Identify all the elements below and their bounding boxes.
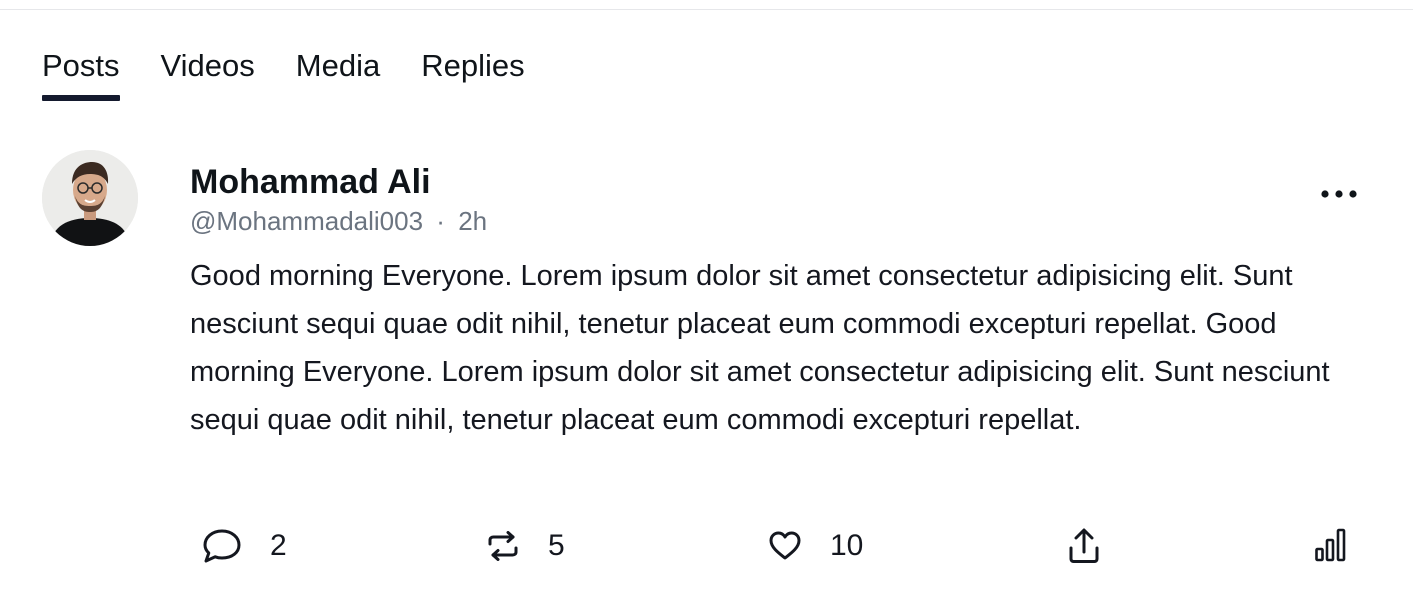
tab-posts[interactable]: Posts bbox=[42, 46, 120, 101]
share-button[interactable] bbox=[1068, 528, 1100, 564]
stats-icon bbox=[1315, 528, 1346, 562]
profile-tabs: Posts Videos Media Replies bbox=[42, 46, 525, 101]
comment-icon bbox=[203, 529, 241, 563]
avatar[interactable] bbox=[42, 150, 138, 246]
reply-button[interactable]: 2 bbox=[202, 528, 287, 564]
repost-count: 5 bbox=[548, 529, 565, 562]
repost-button[interactable]: 5 bbox=[486, 528, 565, 564]
tab-media[interactable]: Media bbox=[296, 46, 380, 101]
post-card[interactable]: Mohammad Ali @Mohammadali003 · 2h Good m… bbox=[42, 150, 1372, 590]
more-options-button[interactable] bbox=[1312, 178, 1366, 210]
heart-icon bbox=[769, 531, 801, 560]
like-count: 10 bbox=[830, 529, 864, 562]
top-divider bbox=[0, 9, 1413, 10]
repost-icon bbox=[488, 531, 518, 561]
more-dots-icon bbox=[1321, 190, 1357, 198]
like-button[interactable]: 10 bbox=[768, 528, 863, 564]
reply-count: 2 bbox=[270, 529, 287, 562]
share-icon bbox=[1069, 528, 1099, 563]
avatar-photo bbox=[42, 150, 138, 246]
post-time[interactable]: 2h bbox=[458, 206, 487, 236]
tab-replies[interactable]: Replies bbox=[421, 46, 524, 101]
author-handle[interactable]: @Mohammadali003 bbox=[190, 206, 423, 236]
meta-separator: · bbox=[436, 206, 445, 236]
post-body: Good morning Everyone. Lorem ipsum dolor… bbox=[190, 260, 1330, 436]
author-name[interactable]: Mohammad Ali bbox=[190, 162, 431, 202]
post-meta: @Mohammadali003 · 2h bbox=[190, 206, 487, 236]
post-actions: 2 5 10 bbox=[202, 528, 1352, 568]
tab-videos[interactable]: Videos bbox=[161, 46, 255, 101]
stats-button[interactable] bbox=[1314, 528, 1350, 562]
